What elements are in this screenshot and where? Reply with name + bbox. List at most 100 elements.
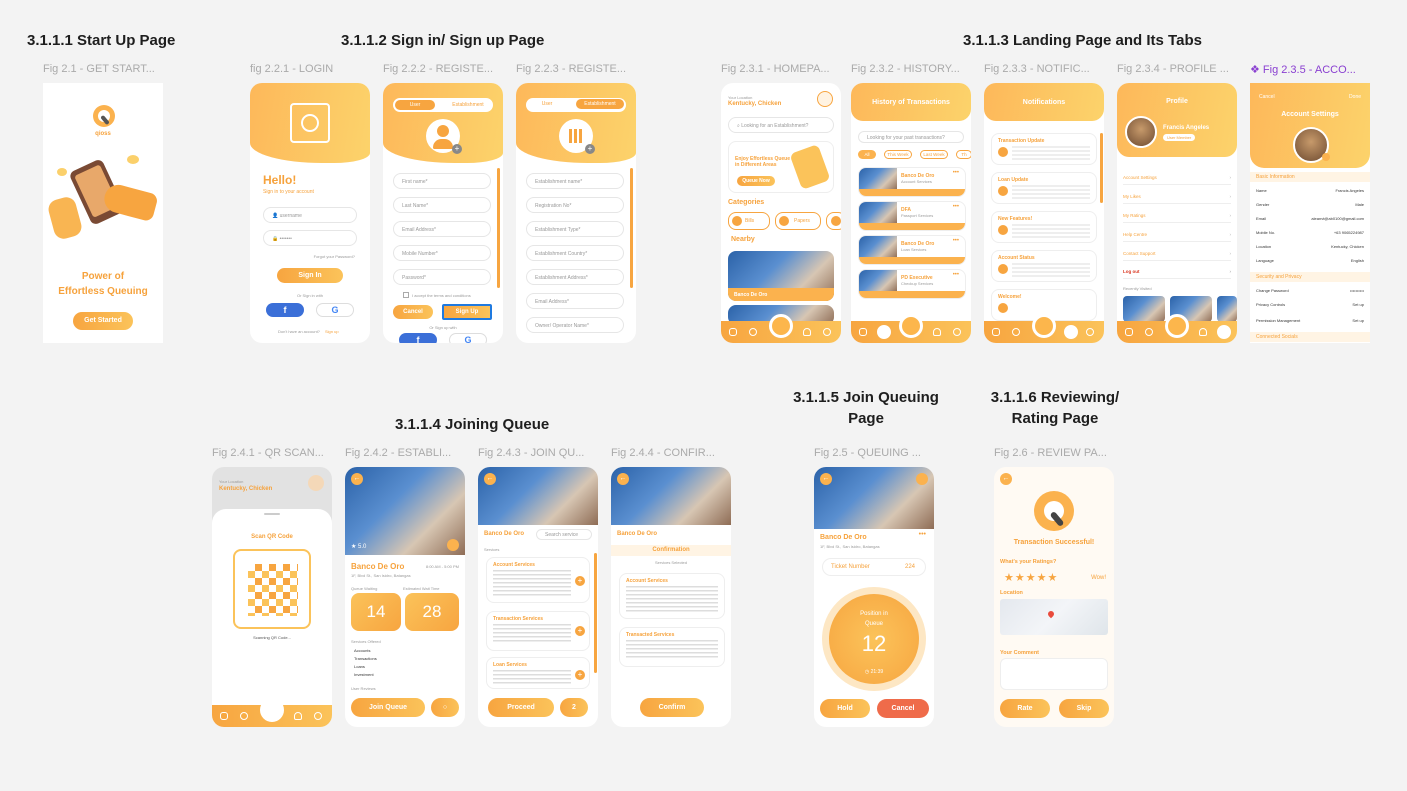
recent-visit-card[interactable]	[1217, 296, 1237, 322]
scrollbar[interactable]	[594, 553, 597, 673]
category-bills[interactable]: Bills	[728, 212, 770, 230]
join-queue-button[interactable]: Join Queue	[351, 698, 425, 717]
history-icon[interactable]	[1145, 328, 1153, 336]
tab-user[interactable]: User	[527, 99, 567, 109]
more-icon[interactable]: •••	[953, 238, 959, 244]
notification-item[interactable]: Loan Update	[991, 172, 1097, 204]
security-heading[interactable]: Security and Privacy	[1250, 272, 1370, 282]
category-papers[interactable]: Papers	[775, 212, 821, 230]
favorite-icon[interactable]	[447, 539, 459, 551]
scrollbar[interactable]	[1100, 133, 1103, 203]
scan-icon[interactable]	[1165, 314, 1189, 338]
nearby-card-name[interactable]: Banco De Oro	[728, 288, 834, 301]
history-item[interactable]: DFA Passport Services •••	[858, 201, 966, 231]
profile-icon[interactable]	[823, 328, 831, 336]
scan-icon[interactable]	[899, 314, 923, 338]
caption-fig-2-3-1[interactable]: Fig 2.3.1 - HOMEPA...	[721, 63, 841, 75]
forgot-password-link[interactable]: Forgot your Password?	[314, 254, 355, 259]
home-icon[interactable]	[1125, 328, 1133, 336]
recent-visit-card[interactable]	[1123, 296, 1165, 322]
notification-item[interactable]: Account Status	[991, 250, 1097, 282]
back-arrow-icon[interactable]: ←	[617, 473, 629, 485]
username-input[interactable]: 👤 username	[263, 207, 357, 223]
info-row-email[interactable]: Email aleanvt@ab0100@gmail.com	[1256, 216, 1364, 221]
caption-fig-2-4-3[interactable]: Fig 2.4.3 - JOIN QU...	[478, 447, 598, 459]
add-photo-icon[interactable]: +	[452, 144, 462, 154]
terms-checkbox[interactable]	[403, 292, 409, 298]
info-row-mobile[interactable]: Mobile No. +63 9065224987	[1256, 230, 1364, 235]
back-arrow-icon[interactable]: ←	[351, 473, 363, 485]
establishment-address-field[interactable]: Establishment Address*	[526, 269, 624, 285]
menu-account-settings[interactable]: Account Settings ›	[1123, 175, 1231, 185]
home-icon[interactable]	[859, 328, 867, 336]
history-item[interactable]: PD Executive Checkup Services •••	[858, 269, 966, 299]
history-icon[interactable]	[1012, 328, 1020, 336]
skip-button[interactable]: Skip	[1059, 699, 1109, 718]
edit-avatar-icon[interactable]	[1322, 153, 1330, 161]
sign-up-link[interactable]: Sign up	[325, 329, 339, 334]
history-search-input[interactable]: Looking for your past transactions?	[858, 131, 964, 143]
star-rating-icon[interactable]: ★★★★★	[1004, 571, 1058, 584]
chat-button[interactable]: ○	[431, 698, 459, 717]
promo-card[interactable]: Enjoy Effortless Queue in Different Area…	[728, 141, 834, 193]
caption-fig-2-3-2[interactable]: Fig 2.3.2 - HISTORY...	[851, 63, 971, 75]
profile-icon-active[interactable]	[1217, 325, 1231, 339]
search-input[interactable]: ⌕ Looking for an Establishment?	[728, 117, 834, 133]
security-row-privacy[interactable]: Privacy Controls Set up	[1256, 302, 1364, 307]
back-arrow-icon[interactable]: ←	[1000, 473, 1012, 485]
notification-item[interactable]: New Features!	[991, 211, 1097, 243]
cancel-queue-button[interactable]: Cancel	[877, 699, 929, 718]
security-row-permission[interactable]: Permission Management Set up	[1256, 318, 1364, 323]
profile-icon[interactable]	[314, 712, 322, 720]
service-card[interactable]: Loan Services +	[486, 657, 590, 689]
menu-contact-support[interactable]: Contact Support ›	[1123, 251, 1231, 261]
back-arrow-icon[interactable]: ←	[484, 473, 496, 485]
home-icon[interactable]	[729, 328, 737, 336]
caption-fig-2-6[interactable]: Fig 2.6 - REVIEW PA...	[994, 447, 1114, 459]
service-card[interactable]: Transaction Services +	[486, 611, 590, 651]
bell-icon-active[interactable]	[1064, 325, 1078, 339]
establishment-type-select[interactable]: Establishment Type*	[526, 221, 624, 237]
mobile-field[interactable]: Mobile Number*	[393, 245, 491, 261]
history-item[interactable]: Banco De Oro Account Services •••	[858, 167, 966, 197]
caption-fig-2-3-5[interactable]: ❖ Fig 2.3.5 - ACCO...	[1250, 63, 1370, 76]
caption-fig-2-3-4[interactable]: Fig 2.3.4 - PROFILE ...	[1117, 63, 1237, 75]
sign-in-button[interactable]: Sign In	[277, 268, 343, 283]
google-login-button[interactable]: G	[316, 303, 354, 317]
first-name-field[interactable]: First name*	[393, 173, 491, 189]
profile-avatar-icon[interactable]	[817, 91, 833, 107]
add-service-icon[interactable]: +	[575, 576, 585, 586]
info-row-location[interactable]: Location Kentucky, Chicken	[1256, 244, 1364, 249]
cancel-link[interactable]: Cancel	[1259, 94, 1275, 100]
profile-icon[interactable]	[1086, 328, 1094, 336]
caption-fig-2-2-2[interactable]: Fig 2.2.2 - REGISTE...	[383, 63, 503, 75]
more-icon[interactable]: •••	[953, 170, 959, 176]
caption-fig-2-5[interactable]: Fig 2.5 - QUEUING ...	[814, 447, 934, 459]
menu-my-ratings[interactable]: My Ratings ›	[1123, 213, 1231, 223]
profile-icon[interactable]	[953, 328, 961, 336]
security-row-password[interactable]: Change Password ••••••••••	[1256, 288, 1364, 293]
more-icon[interactable]: •••	[919, 531, 926, 538]
add-photo-icon[interactable]: +	[585, 144, 595, 154]
history-icon[interactable]	[749, 328, 757, 336]
registration-no-field[interactable]: Registration No*	[526, 197, 624, 213]
tab-establishment[interactable]: Establishment	[444, 100, 492, 110]
tab-user[interactable]: User	[395, 100, 435, 110]
bell-icon[interactable]	[933, 328, 941, 336]
add-service-icon[interactable]: +	[575, 670, 585, 680]
tab-establishment[interactable]: Establishment	[576, 99, 624, 109]
add-service-icon[interactable]: +	[575, 626, 585, 636]
connected-socials-heading[interactable]: Connected Socials	[1250, 332, 1370, 342]
queue-now-button[interactable]: Queue Now	[737, 176, 775, 186]
proceed-button[interactable]: Proceed	[488, 698, 554, 717]
bell-icon[interactable]	[294, 712, 302, 720]
google-signup-button[interactable]: G	[449, 333, 487, 343]
owner-name-field[interactable]: Owner/ Operator Name*	[526, 317, 624, 333]
scrollbar[interactable]	[497, 168, 500, 288]
service-search-input[interactable]: Search service	[536, 529, 592, 540]
establishment-name-field[interactable]: Establishment name*	[526, 173, 624, 189]
password-input[interactable]: 🔒 •••••••	[263, 230, 357, 246]
location-value[interactable]: Kentucky, Chicken	[728, 101, 781, 107]
chip-all[interactable]: All	[858, 150, 876, 159]
notification-item[interactable]: Transaction Update	[991, 133, 1097, 165]
